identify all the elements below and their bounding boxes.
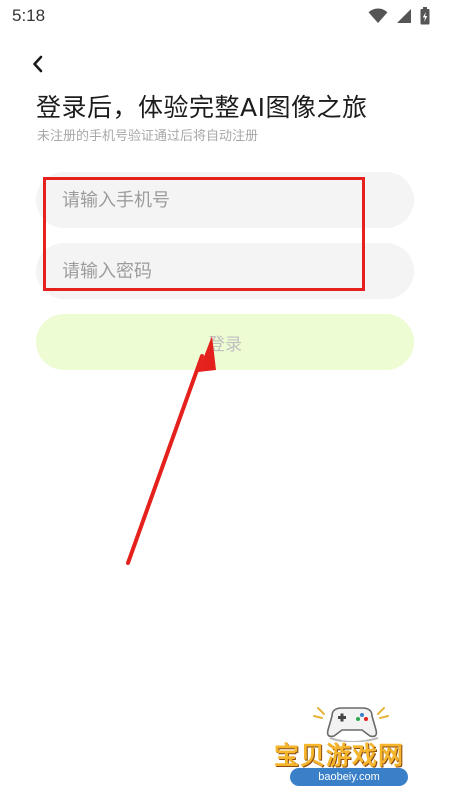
back-button[interactable] bbox=[24, 50, 52, 78]
page-subtitle: 未注册的手机号验证通过后将自动注册 bbox=[37, 129, 259, 144]
watermark: 宝贝游戏网 baobeiy.com bbox=[270, 700, 440, 792]
page-title: 登录后，体验完整AI图像之旅 bbox=[36, 93, 368, 122]
login-button[interactable]: 登录 bbox=[36, 314, 414, 370]
status-icons bbox=[368, 6, 430, 26]
status-bar: 5:18 bbox=[0, 0, 450, 34]
status-time: 5:18 bbox=[12, 6, 46, 25]
watermark-text: 宝贝游戏网 bbox=[274, 741, 405, 770]
battery-icon bbox=[420, 7, 430, 25]
wifi-icon bbox=[368, 8, 388, 23]
watermark-url: baobeiy.com bbox=[290, 768, 408, 786]
phone-input[interactable] bbox=[36, 172, 414, 228]
chevron-left-icon bbox=[33, 55, 43, 73]
password-input[interactable] bbox=[36, 243, 414, 299]
cellular-signal-icon bbox=[397, 9, 411, 23]
